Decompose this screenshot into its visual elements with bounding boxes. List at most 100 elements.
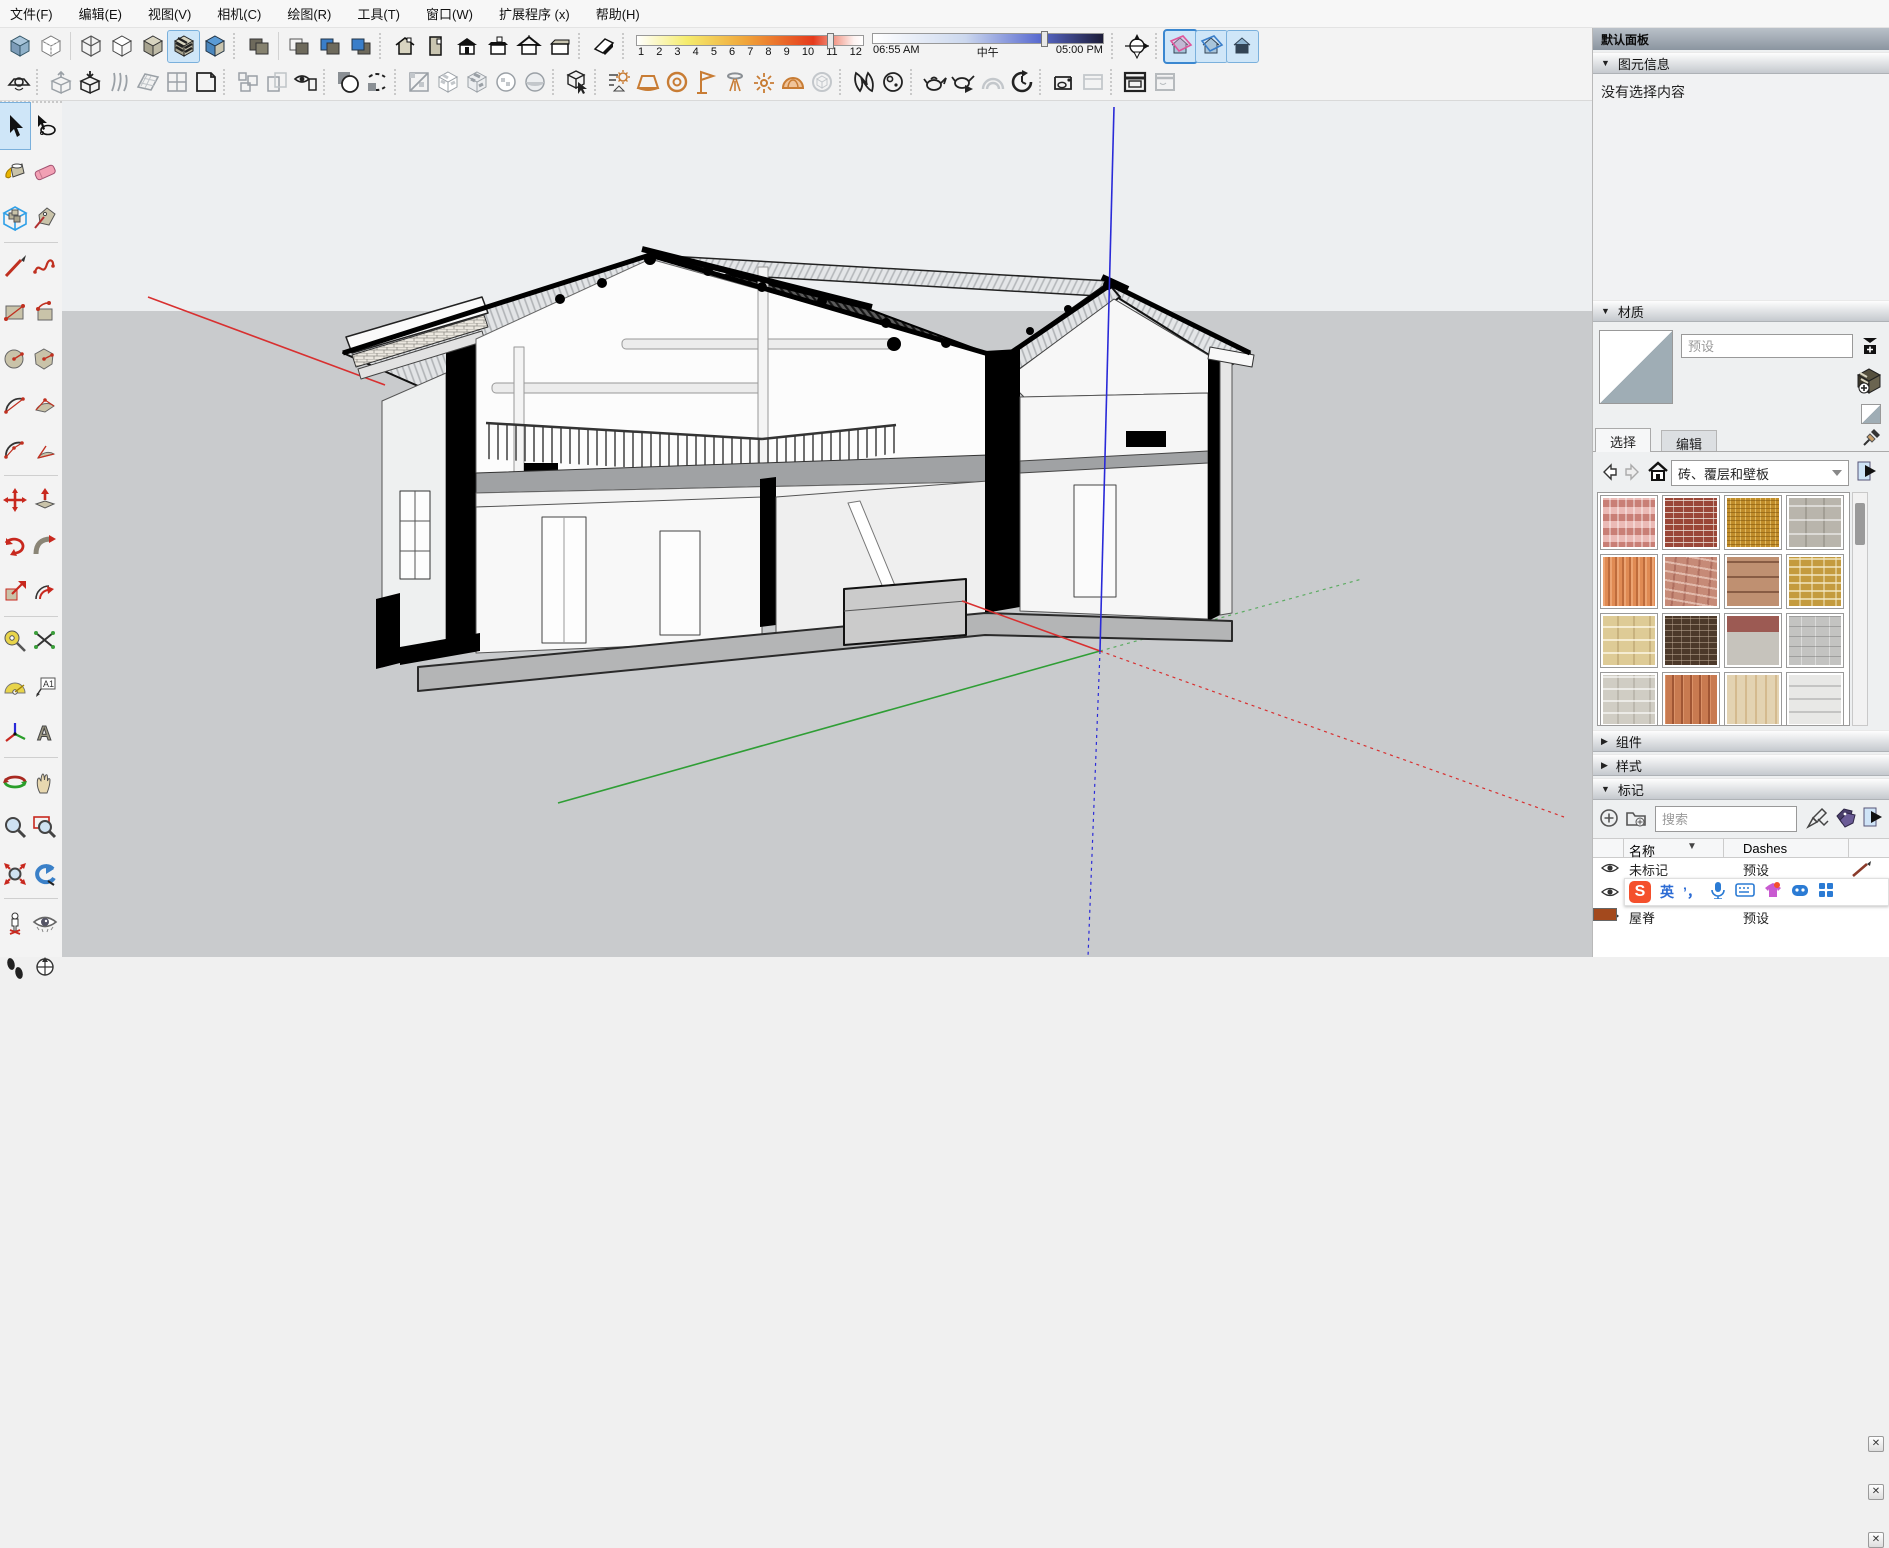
solid-intersect-icon[interactable]	[283, 31, 314, 62]
month-slider-handle[interactable]	[827, 33, 834, 49]
solid-subtract-icon[interactable]	[345, 31, 376, 62]
select-tool[interactable]	[0, 103, 30, 149]
scrollbar-thumb[interactable]	[1855, 503, 1865, 545]
style-shaded-textures-icon[interactable]	[168, 31, 199, 62]
style-wireframe-icon[interactable]	[75, 31, 106, 62]
ime-lang-mode[interactable]: 英	[1660, 882, 1674, 902]
sort-chevron-icon[interactable]: ▼	[1687, 841, 1697, 852]
components-grid-icon[interactable]	[233, 68, 262, 97]
material-name-field[interactable]	[1681, 334, 1853, 358]
swatch-pink-basketweave-brick[interactable]	[1600, 495, 1658, 550]
export-box-icon[interactable]	[75, 68, 104, 97]
material-category-dropdown[interactable]: 砖、覆层和壁板	[1671, 460, 1849, 486]
shape-circle-square-icon[interactable]	[333, 68, 362, 97]
modeling-viewport[interactable]	[62, 101, 1592, 957]
texture-cube-b-icon[interactable]	[462, 68, 491, 97]
styles-header[interactable]: ▶ 样式 ✕	[1593, 754, 1889, 776]
swatch-tan-siding[interactable]	[1724, 554, 1782, 609]
export-animation-icon[interactable]	[1049, 68, 1078, 97]
tag-dashes[interactable]: 预设	[1743, 908, 1769, 927]
make-component-tool[interactable]	[0, 195, 30, 241]
secondary-pane-toggle-button[interactable]	[1859, 334, 1881, 356]
create-material-button[interactable]	[1855, 366, 1883, 396]
sogou-logo[interactable]: S	[1629, 881, 1651, 903]
close-icon[interactable]: ✕	[1868, 1484, 1884, 1500]
edit-tag-pen-icon[interactable]	[1805, 806, 1829, 833]
house-section-model[interactable]	[343, 249, 1254, 691]
scale-tool[interactable]	[0, 569, 30, 615]
swatch-yellow-brick[interactable]	[1786, 554, 1844, 609]
texture-plane-icon[interactable]	[404, 68, 433, 97]
menu-draw[interactable]: 绘图(R)	[287, 4, 331, 23]
toolbox-grid-icon[interactable]	[1818, 882, 1834, 903]
texture-sphere-a-icon[interactable]	[491, 68, 520, 97]
collapse-arrow-icon[interactable]: ▼	[1601, 58, 1610, 68]
view-left-icon[interactable]	[513, 31, 544, 62]
dome-icon[interactable]	[778, 68, 807, 97]
style-hidden-line-icon[interactable]	[106, 31, 137, 62]
tab-edit[interactable]: 编辑	[1661, 430, 1717, 452]
previous-view-tool[interactable]	[30, 851, 60, 897]
close-icon[interactable]: ✕	[1868, 1436, 1884, 1452]
dots-path-icon[interactable]	[362, 68, 391, 97]
view-front-icon[interactable]	[451, 31, 482, 62]
eraser-tool[interactable]	[30, 149, 60, 195]
section-fill-toggle-icon[interactable]	[1227, 31, 1258, 62]
collapse-arrow-icon[interactable]: ▶	[1601, 736, 1608, 747]
zoom-tool[interactable]	[0, 805, 30, 851]
col-dashes-label[interactable]: Dashes	[1743, 841, 1787, 856]
swatch-rustic-cream-siding[interactable]	[1724, 672, 1782, 726]
tag-dashes[interactable]: 预设	[1743, 860, 1769, 879]
solid-outer-shell-icon[interactable]	[243, 31, 274, 62]
section-plane-toggle-icon[interactable]	[1165, 31, 1196, 62]
offset-tool[interactable]	[30, 569, 60, 615]
swatch-orange-planks[interactable]	[1662, 672, 1720, 726]
freehand-tool[interactable]	[30, 244, 60, 290]
torus-icon[interactable]	[662, 68, 691, 97]
components-header[interactable]: ▶ 组件 ✕	[1593, 730, 1889, 752]
teapot-play-icon[interactable]	[949, 68, 978, 97]
window-dialog-gray-icon[interactable]	[1149, 68, 1178, 97]
scene-settings-icon[interactable]	[604, 68, 633, 97]
swatch-orange-corrugated[interactable]	[1600, 554, 1658, 609]
window-grid-icon[interactable]	[162, 68, 191, 97]
position-camera-tool[interactable]	[0, 900, 30, 946]
polygon-tool[interactable]	[30, 336, 60, 382]
styles-swirl-icon[interactable]	[849, 68, 878, 97]
swatch-brick-over-gravel[interactable]	[1724, 613, 1782, 668]
visibility-eye-icon[interactable]	[1601, 885, 1619, 902]
teapot-icon[interactable]	[920, 68, 949, 97]
menu-help[interactable]: 帮助(H)	[596, 4, 640, 23]
menu-tools[interactable]: 工具(T)	[357, 4, 400, 23]
flip-page-icon[interactable]	[191, 68, 220, 97]
line-tool[interactable]	[0, 244, 30, 290]
orbit-tool[interactable]	[0, 759, 30, 805]
menu-edit[interactable]: 编辑(E)	[79, 4, 122, 23]
threed-text-tool[interactable]: A	[30, 710, 60, 756]
north-tool[interactable]	[30, 946, 60, 992]
view-iso-icon[interactable]	[389, 31, 420, 62]
look-around-tool[interactable]	[30, 900, 60, 946]
section-cuts-toggle-icon[interactable]	[1196, 31, 1227, 62]
details-arrow-button[interactable]	[1855, 460, 1879, 487]
swatch-gray-stone-blocks[interactable]	[1786, 495, 1844, 550]
tags-search-input[interactable]	[1655, 806, 1797, 832]
arc-tool[interactable]	[0, 382, 30, 428]
two-point-arc-tool[interactable]	[30, 382, 60, 428]
add-tag-button[interactable]	[1599, 808, 1619, 831]
style-back-edges-icon[interactable]	[35, 31, 66, 62]
menu-camera[interactable]: 相机(C)	[217, 4, 261, 23]
paint-bucket-tool[interactable]	[0, 149, 30, 195]
swatch-gray-block[interactable]	[1600, 672, 1658, 726]
shadow-time-slider[interactable]: 06:55 AM 中午 05:00 PM	[872, 33, 1104, 60]
north-compass-icon[interactable]	[1121, 31, 1152, 62]
ime-punctuation[interactable]: ’，	[1683, 882, 1701, 902]
match-photo-icon[interactable]	[4, 68, 33, 97]
sandbox-contours-icon[interactable]	[104, 68, 133, 97]
swatch-red-brick[interactable]	[1662, 495, 1720, 550]
zoom-extents-tool[interactable]	[0, 851, 30, 897]
tag-color-chip[interactable]	[1593, 908, 1617, 921]
frames-overlap-icon[interactable]	[262, 68, 291, 97]
tag-row-untagged[interactable]: 未标记 预设	[1593, 860, 1889, 880]
shadow-month-slider[interactable]: 123456789101112	[636, 35, 864, 58]
